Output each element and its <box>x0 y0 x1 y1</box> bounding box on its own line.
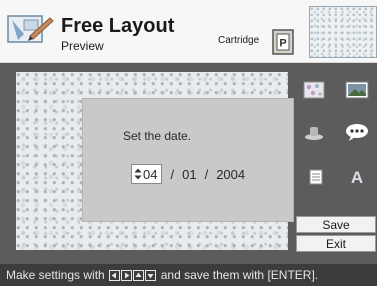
year-value[interactable]: 2004 <box>216 167 245 182</box>
date-dialog: Set the date. 04 / 01 / 2004 <box>82 98 294 222</box>
text-icon[interactable]: A <box>345 166 369 186</box>
tool-panel: A Save Exit <box>296 72 377 252</box>
date-separator: / <box>204 166 209 182</box>
cartridge-preview <box>309 6 377 58</box>
date-separator: / <box>170 166 175 182</box>
cartridge-icon: P <box>272 29 294 55</box>
month-field[interactable]: 04 <box>131 164 163 184</box>
exit-button[interactable]: Exit <box>296 235 376 252</box>
up-arrow-icon <box>132 269 144 281</box>
day-value[interactable]: 01 <box>182 167 196 182</box>
layout-icon <box>7 15 54 43</box>
dialog-title: Set the date. <box>123 129 192 143</box>
calendar-icon[interactable] <box>302 166 326 186</box>
page-title: Free Layout <box>61 15 175 37</box>
arrow-keys <box>108 269 157 281</box>
page-subtitle: Preview <box>61 39 104 53</box>
pattern-icon[interactable] <box>302 80 326 100</box>
image-icon[interactable] <box>345 80 369 100</box>
month-value: 04 <box>143 166 158 182</box>
stamp-icon[interactable] <box>302 122 326 142</box>
down-arrow-icon <box>144 269 156 281</box>
right-arrow-icon <box>120 269 132 281</box>
cartridge-label: Cartridge <box>218 35 260 46</box>
save-button[interactable]: Save <box>296 216 376 233</box>
status-suffix: and save them with [ENTER]. <box>160 268 319 282</box>
up-down-spin-icon <box>134 168 142 180</box>
cartridge-icon-letter: P <box>279 38 286 50</box>
header: Free Layout Preview Cartridge P <box>0 0 377 63</box>
svg-text:A: A <box>351 168 363 186</box>
left-arrow-icon <box>108 269 120 281</box>
status-bar: Make settings with and save them with [E… <box>0 264 377 286</box>
status-prefix: Make settings with <box>6 268 105 282</box>
date-row: 04 / 01 / 2004 <box>131 164 245 184</box>
speech-bubble-icon[interactable] <box>345 122 369 142</box>
